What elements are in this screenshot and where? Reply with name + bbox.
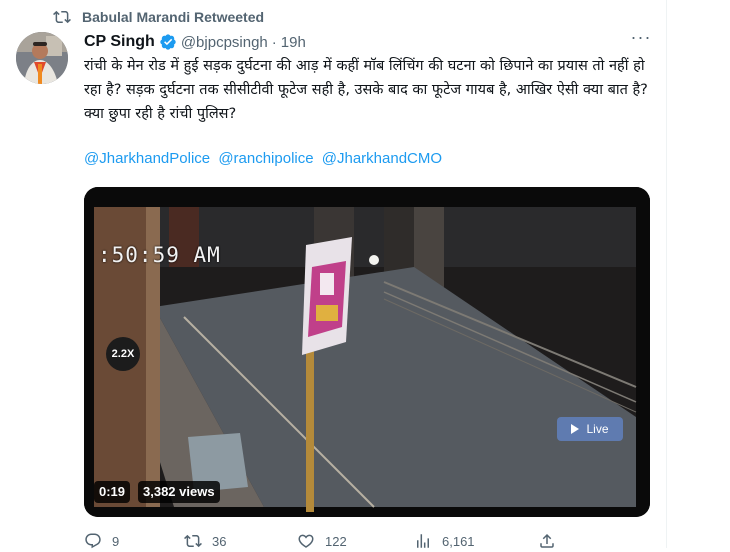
retweet-count: 36 — [212, 533, 227, 549]
author-handle[interactable]: @bjpcpsingh — [181, 34, 268, 51]
live-label: Live — [586, 422, 609, 436]
cctv-footage — [84, 187, 650, 517]
share-button[interactable] — [538, 532, 566, 550]
mention-link[interactable]: @JharkhandCMO — [322, 150, 442, 167]
column-divider — [666, 0, 667, 548]
retweet-icon — [184, 534, 202, 548]
tweet-header: CP Singh @bjpcpsingh · 19h — [84, 33, 306, 51]
retweet-icon — [53, 10, 71, 24]
play-icon — [571, 424, 580, 434]
reply-button[interactable]: 9 — [84, 532, 119, 550]
retweet-text: Babulal Marandi Retweeted — [82, 9, 265, 25]
live-button[interactable]: Live — [557, 417, 623, 441]
video-player[interactable]: :50:59 AM 2.2X Live 0:19 3,382 views — [84, 187, 650, 517]
header-separator: · — [271, 33, 277, 51]
video-duration: 0:19 — [94, 481, 131, 503]
mention-link[interactable]: @ranchipolice — [218, 150, 313, 167]
tweet-mentions: @JharkhandPolice @ranchipolice @Jharkhan… — [84, 150, 446, 167]
like-icon — [298, 534, 314, 548]
avatar[interactable] — [16, 32, 68, 84]
reply-icon — [85, 533, 101, 549]
tweet-time[interactable]: 19h — [281, 34, 306, 51]
like-button[interactable]: 122 — [297, 532, 347, 550]
verified-badge-icon — [160, 34, 176, 50]
mention-link[interactable]: @JharkhandPolice — [84, 150, 210, 167]
reply-count: 9 — [112, 533, 120, 549]
analytics-icon — [417, 534, 429, 548]
view-count: 6,161 — [442, 533, 475, 549]
video-view-count: 3,382 views — [138, 481, 220, 503]
views-button[interactable]: 6,161 — [414, 532, 475, 550]
like-count: 122 — [325, 533, 347, 549]
more-options-icon[interactable]: ··· — [628, 28, 654, 52]
zoom-level-badge: 2.2X — [106, 337, 140, 371]
share-icon — [540, 533, 554, 548]
retweet-context[interactable]: Babulal Marandi Retweeted — [52, 8, 264, 26]
tweet-text: रांची के मेन रोड में हुई सड़क दुर्घटना क… — [84, 58, 648, 122]
profile-photo-icon — [16, 32, 68, 84]
retweet-button[interactable]: 36 — [184, 532, 226, 550]
author-name[interactable]: CP Singh — [84, 33, 155, 51]
tweet-actions: 9 36 122 6,161 — [84, 532, 604, 552]
cctv-timestamp: :50:59 AM — [98, 243, 221, 267]
